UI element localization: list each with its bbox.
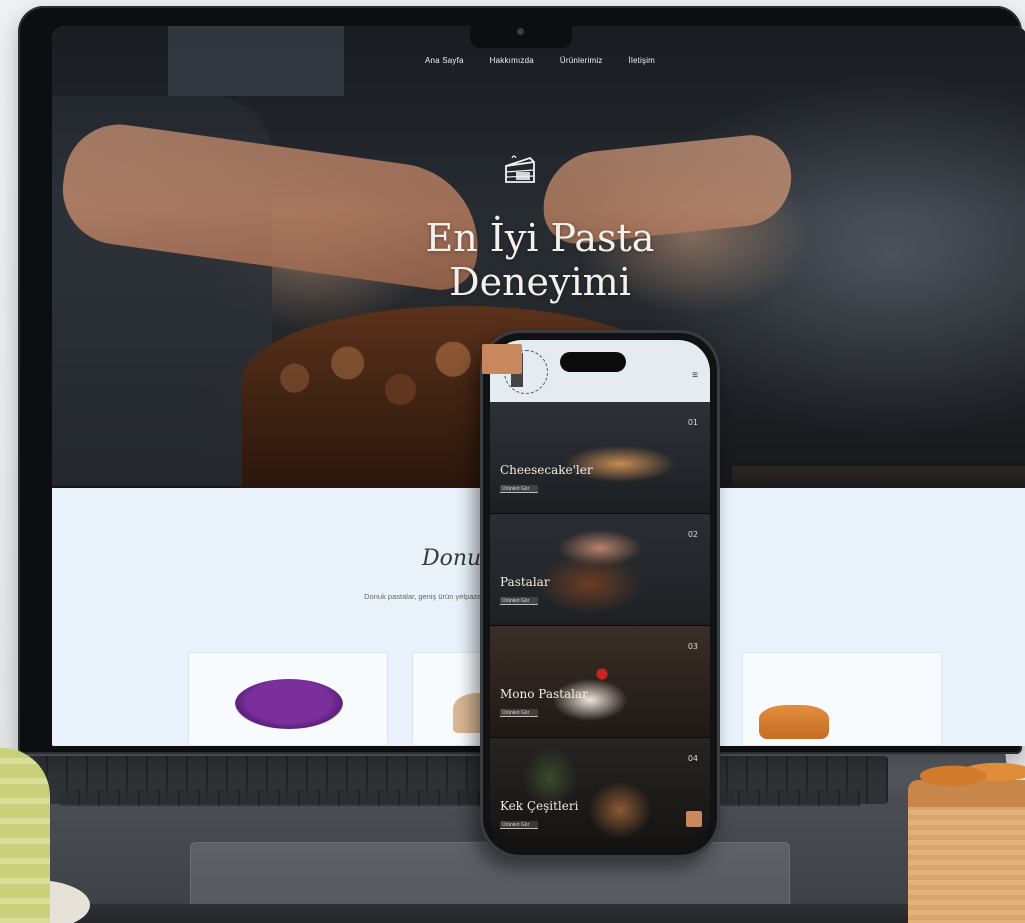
nav-home[interactable]: Ana Sayfa (425, 56, 464, 65)
category-cheesecakes[interactable]: 01 Cheesecake'ler Ürünleri Gör (490, 402, 710, 514)
nav-products[interactable]: Ürünlerimiz (560, 56, 603, 65)
category-button[interactable]: Ürünleri Gör (500, 821, 538, 829)
hero-title: En İyi Pasta Deneyimi (52, 216, 1025, 304)
phone-cta-button[interactable] (686, 811, 702, 827)
hero-title-line1: En İyi Pasta (425, 216, 655, 260)
pistachio-cake-slice (0, 748, 50, 923)
category-number: 01 (687, 418, 698, 427)
category-number: 02 (687, 530, 698, 539)
category-button[interactable]: Ürünleri Gör (500, 709, 538, 717)
category-title: Pastalar (500, 575, 550, 589)
hero-cta-button[interactable] (482, 344, 522, 374)
category-title: Kek Çeşitleri (500, 799, 579, 813)
nav-contact[interactable]: İletişim (629, 56, 656, 65)
honey-cake-topping (920, 752, 1025, 792)
category-loaf-cakes[interactable]: 04 Kek Çeşitleri Ürünleri Gör (490, 738, 710, 848)
category-button[interactable]: Ürünleri Gör (500, 485, 538, 493)
cake-slice-icon (505, 155, 535, 183)
main-nav: Ana Sayfa Hakkımızda Ürünlerimiz İletişi… (52, 56, 1025, 65)
category-number: 03 (687, 642, 698, 651)
category-cakes[interactable]: 02 Pastalar Ürünleri Gör (490, 514, 710, 626)
nav-about[interactable]: Hakkımızda (490, 56, 534, 65)
blueberry-tart-image (235, 679, 343, 729)
camera-icon (517, 28, 524, 35)
hamburger-menu-icon[interactable]: ≡ (692, 370, 698, 381)
category-number: 04 (687, 754, 698, 763)
category-mono-cakes[interactable]: 03 Mono Pastalar Ürünleri Gör (490, 626, 710, 738)
laptop-base-edge (0, 904, 1025, 923)
phone-screen: ≡ 01 Cheesecake'ler Ürünleri Gör 02 Past… (490, 340, 710, 848)
hero-title-line2: Deneyimi (449, 260, 631, 304)
honey-cake-slice (908, 780, 1025, 923)
product-card[interactable] (188, 652, 388, 746)
caramel-pastry-image (759, 705, 829, 739)
laptop-notch (470, 22, 572, 48)
category-button[interactable]: Ürünleri Gör (500, 597, 538, 605)
product-card[interactable] (742, 652, 942, 746)
phone-dynamic-island (560, 352, 626, 372)
category-title: Mono Pastalar (500, 687, 588, 701)
category-title: Cheesecake'ler (500, 463, 593, 477)
laptop-keyboard-row (60, 790, 860, 806)
phone-header: ≡ (490, 340, 710, 402)
phone-device: ≡ 01 Cheesecake'ler Ürünleri Gör 02 Past… (480, 330, 720, 858)
